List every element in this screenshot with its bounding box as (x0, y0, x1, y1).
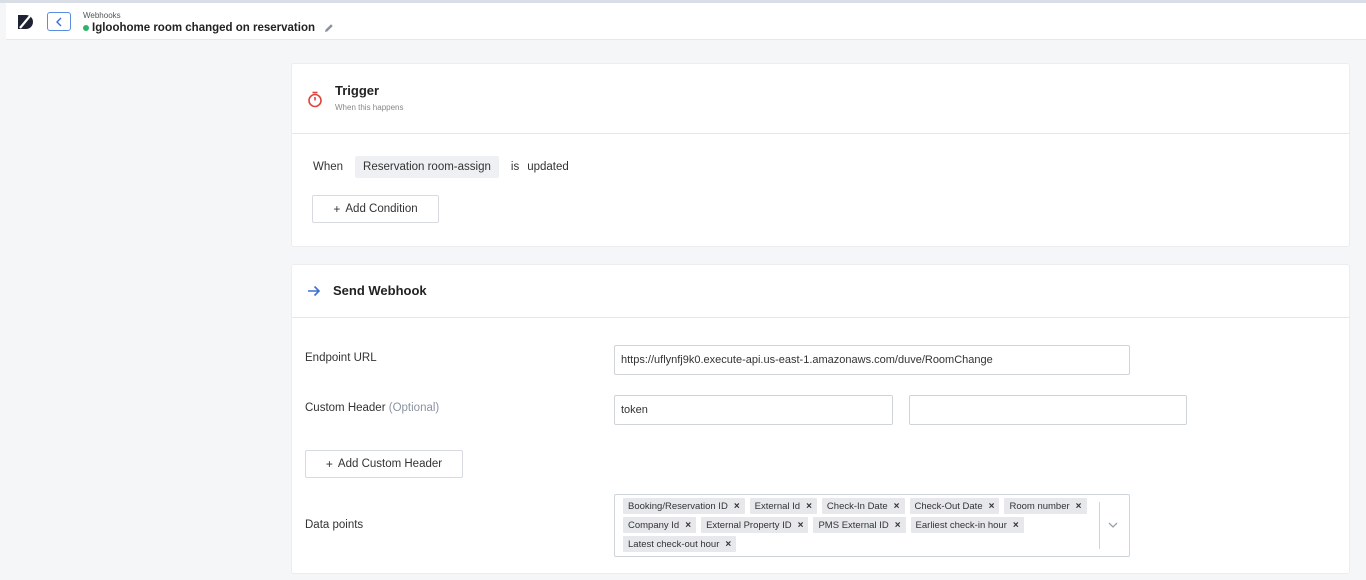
webhook-title: Send Webhook (333, 283, 427, 298)
tag-label: Earliest check-in hour (915, 519, 1007, 531)
custom-header-label-text: Custom Header (305, 402, 386, 414)
add-custom-header-label: Add Custom Header (337, 458, 443, 470)
close-icon[interactable]: × (1076, 501, 1082, 512)
condition-row: When Reservation room-assign is updated (313, 156, 569, 178)
trigger-card-header: Trigger When this happens (292, 64, 1349, 134)
data-point-tag: Company Id × (623, 517, 697, 533)
data-point-tag: Check-Out Date × (909, 498, 1000, 514)
data-point-tag: Check-In Date × (821, 498, 905, 514)
duve-logo-icon[interactable] (16, 13, 34, 31)
tag-label: Latest check-out hour (628, 538, 720, 550)
data-points-label: Data points (305, 519, 364, 531)
pencil-icon[interactable] (323, 22, 335, 34)
status-dot (83, 25, 89, 31)
select-divider (1099, 502, 1100, 549)
tag-label: External Id (754, 500, 801, 512)
condition-field-chip[interactable]: Reservation room-assign (355, 156, 499, 178)
title-wrap: Igloohome room changed on reservation (83, 22, 335, 34)
tag-label: Room number (1009, 500, 1070, 512)
close-icon[interactable]: × (725, 539, 731, 550)
tag-label: Company Id (628, 519, 680, 531)
add-condition-button[interactable]: + Add Condition (312, 195, 439, 223)
breadcrumb[interactable]: Webhooks (83, 11, 121, 20)
add-condition-label: Add Condition (345, 203, 418, 215)
condition-operator: is (510, 161, 520, 173)
data-points-tags: Booking/Reservation ID × External Id × Che… (623, 498, 1093, 555)
chevron-left-icon (56, 17, 62, 26)
data-point-tag: External Property ID × (701, 517, 809, 533)
tag-label: Check-Out Date (914, 500, 983, 512)
page-header: Webhooks Igloohome room changed on reser… (6, 3, 1366, 40)
back-button[interactable] (47, 12, 71, 31)
close-icon[interactable]: × (895, 520, 901, 531)
custom-header-value-input[interactable] (909, 395, 1187, 425)
plus-icon: + (325, 457, 333, 471)
tag-label: Check-In Date (826, 500, 888, 512)
data-point-tag: Room number × (1004, 498, 1087, 514)
tag-label: Booking/Reservation ID (628, 500, 728, 512)
close-icon[interactable]: × (734, 501, 740, 512)
data-point-tag: Latest check-out hour × (623, 536, 737, 552)
trigger-title: Trigger (335, 83, 380, 98)
tag-label: PMS External ID (818, 519, 889, 531)
data-point-tag: Earliest check-in hour × (910, 517, 1024, 533)
data-point-tag: External Id × (749, 498, 817, 514)
close-icon[interactable]: × (894, 501, 900, 512)
custom-header-label: Custom Header (Optional) (305, 402, 439, 414)
arrow-right-icon (308, 285, 321, 297)
custom-header-key-input[interactable]: token (614, 395, 893, 425)
data-point-tag: PMS External ID × (813, 517, 906, 533)
trigger-subtitle: When this happens (335, 103, 404, 112)
chevron-down-icon[interactable] (1107, 519, 1119, 531)
stopwatch-icon (308, 91, 322, 108)
webhook-card-header: Send Webhook (292, 265, 1349, 318)
optional-hint: (Optional) (388, 402, 440, 414)
condition-when-label: When (313, 161, 344, 173)
send-webhook-card: Send Webhook Endpoint URL https://uflynf… (291, 264, 1350, 574)
endpoint-url-label: Endpoint URL (305, 352, 377, 364)
trigger-card: Trigger When this happens When Reservati… (291, 63, 1350, 247)
add-custom-header-button[interactable]: + Add Custom Header (305, 450, 463, 478)
tag-label: External Property ID (706, 519, 792, 531)
close-icon[interactable]: × (1013, 520, 1019, 531)
endpoint-url-input[interactable]: https://uflynfj9k0.execute-api.us-east-1… (614, 345, 1130, 375)
data-point-tag: Booking/Reservation ID × (623, 498, 745, 514)
close-icon[interactable]: × (685, 520, 691, 531)
plus-icon: + (333, 202, 341, 216)
close-icon[interactable]: × (798, 520, 804, 531)
close-icon[interactable]: × (806, 501, 812, 512)
condition-value[interactable]: updated (527, 161, 569, 173)
close-icon[interactable]: × (989, 501, 995, 512)
page-title: Igloohome room changed on reservation (92, 22, 316, 34)
data-points-select[interactable]: Booking/Reservation ID × External Id × Che… (614, 494, 1130, 557)
